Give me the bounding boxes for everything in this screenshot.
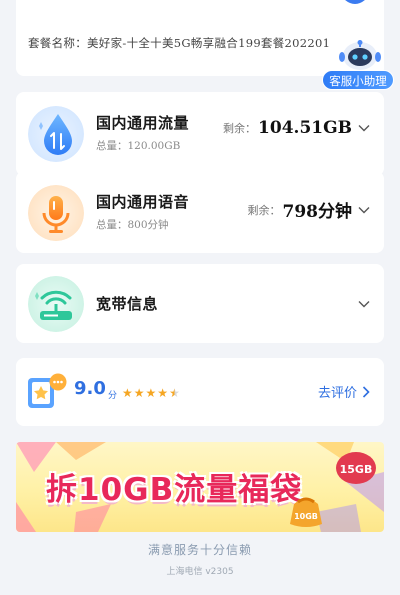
broadband-title: 宽带信息 [96,295,159,313]
microphone-icon [28,185,84,241]
chevron-down-icon[interactable] [358,300,370,308]
usage-total: 总量：800分钟 [96,219,169,231]
partial-icon [345,0,365,4]
star-icon: ★ [145,386,157,400]
rating-unit: 分 [108,391,118,401]
rating-clipboard-icon [28,373,67,408]
chevron-down-icon[interactable] [358,206,370,214]
remain-value: 798分钟 [282,202,353,222]
footer-slogan: 满意服务十分信赖 [147,543,252,557]
star-half-icon: ★ [169,386,180,400]
rating-score: 9.0 [74,378,106,399]
star-icon: ★ [157,386,169,400]
remain-info: 剩余： 798分钟 [248,197,371,222]
remain-label: 剩余： [247,203,281,217]
rate-link[interactable]: 去评价 [318,382,370,401]
star-icon: ★ [122,386,133,400]
promo-banner[interactable]: 拆10GB流量福袋 15GB 10GB [16,442,384,532]
usage-title: 国内通用语音 [96,193,190,211]
gift-badge-icon: 15GB [336,452,376,484]
rating-card: 9.0 分 ★ ★ ★ ★ ★ 去评价 [16,358,384,426]
wifi-router-icon [28,276,84,332]
broadband-card[interactable]: 宽带信息 [16,264,384,343]
usage-card-data[interactable]: 国内通用流量 总量：120.00GB 剩余： 104.51GB [16,92,384,176]
assistant-label: 客服小助理 [322,70,394,90]
remain-info: 剩余： 104.51GB [223,118,370,138]
chevron-down-icon[interactable] [358,124,370,132]
banner-title: 拆10GB流量福袋 [46,472,303,508]
remain-value: 104.51GB [258,118,352,138]
usage-card-voice[interactable]: 国内通用语音 总量：800分钟 剩余： 798分钟 [16,171,384,253]
chevron-right-icon [362,385,370,398]
star-icon: ★ [133,386,145,400]
usage-total: 总量：120.00GB [96,140,181,152]
usage-title: 国内通用流量 [96,114,190,132]
remain-label: 剩余： [223,122,257,135]
water-drop-data-icon [28,106,84,162]
plan-name: 套餐名称：美好家-十全十美5G畅享融合199套餐202201 [28,36,331,50]
robot-icon [339,40,381,70]
footer-version: 上海电信 v2305 [166,567,234,577]
rate-link-label: 去评价 [317,386,357,401]
svg-text:15GB: 15GB [340,463,373,476]
rating-stars: ★ ★ ★ ★ ★ [122,387,181,399]
lucky-bag-icon: 10GB [290,497,322,527]
assistant-button[interactable]: 客服小助理 [322,40,400,96]
svg-text:10GB: 10GB [294,512,318,521]
